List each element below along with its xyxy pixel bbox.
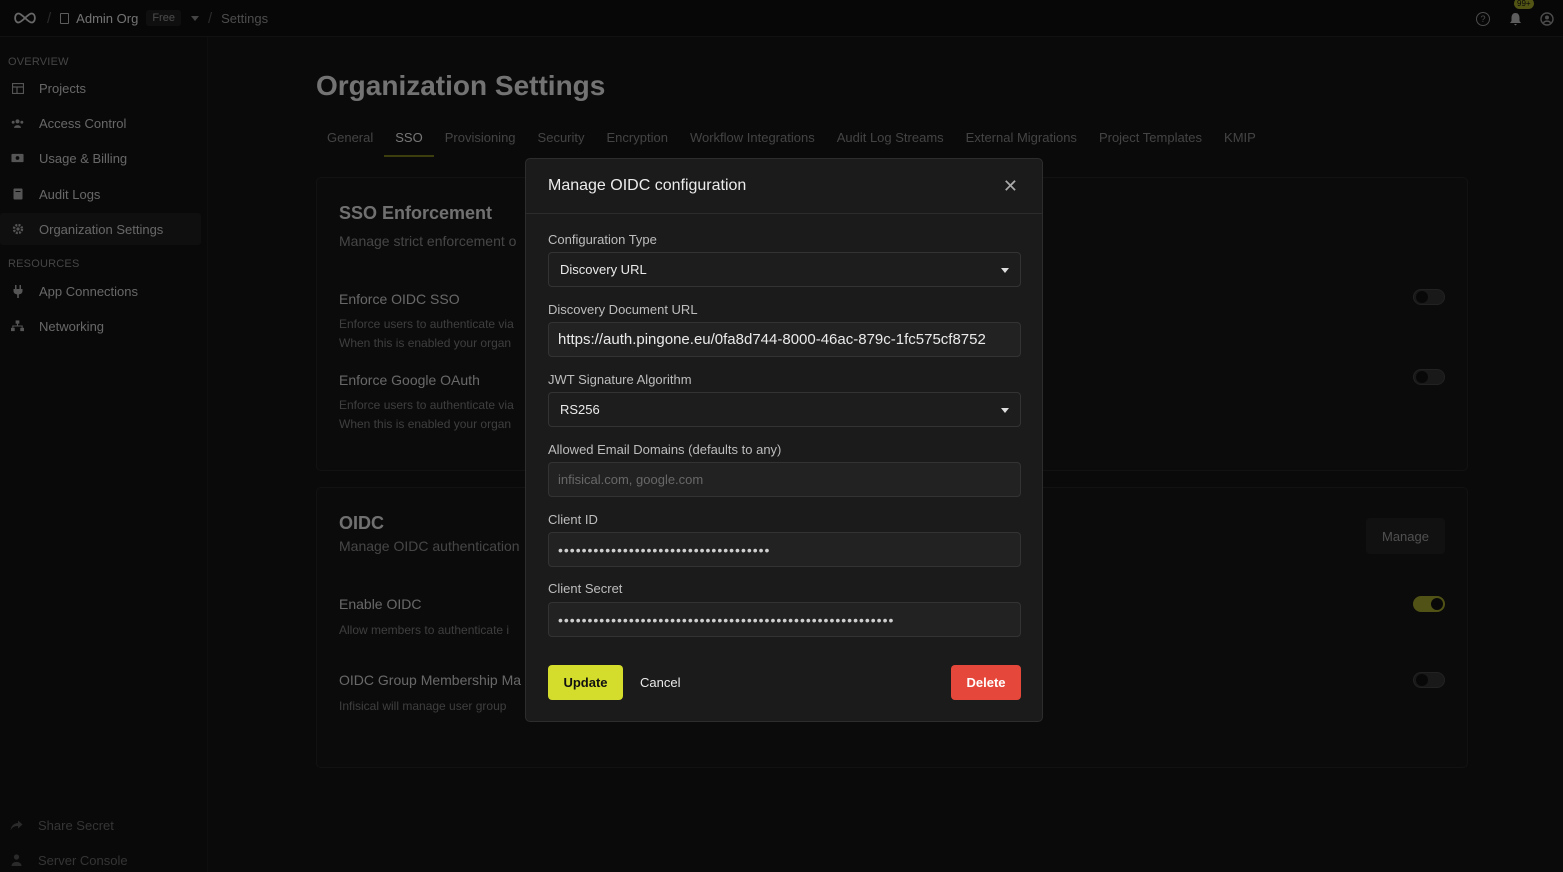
- allowed-domains-input[interactable]: infisical.com, google.com: [548, 462, 1021, 497]
- chevron-down-icon: [1001, 408, 1009, 413]
- discovery-url-label: Discovery Document URL: [548, 302, 698, 317]
- client-id-value: ••••••••••••••••••••••••••••••••••••: [558, 541, 771, 558]
- allowed-domains-label: Allowed Email Domains (defaults to any): [548, 442, 782, 457]
- chevron-down-icon: [1001, 268, 1009, 273]
- cancel-button[interactable]: Cancel: [640, 665, 680, 700]
- modal-header: Manage OIDC configuration ✕: [526, 159, 1042, 214]
- close-icon[interactable]: ✕: [1003, 177, 1018, 195]
- discovery-url-value: https://auth.pingone.eu/0fa8d744-8000-46…: [558, 331, 986, 348]
- client-secret-input[interactable]: ••••••••••••••••••••••••••••••••••••••••…: [548, 602, 1021, 637]
- config-type-value: Discovery URL: [560, 262, 647, 277]
- config-type-label: Configuration Type: [548, 232, 657, 247]
- update-button[interactable]: Update: [548, 665, 623, 700]
- allowed-domains-placeholder: infisical.com, google.com: [558, 472, 704, 487]
- modal-title: Manage OIDC configuration: [548, 177, 747, 194]
- delete-button[interactable]: Delete: [951, 665, 1021, 700]
- manage-oidc-modal: Manage OIDC configuration ✕ Configuratio…: [525, 158, 1043, 722]
- jwt-algorithm-select[interactable]: RS256: [548, 392, 1021, 427]
- jwt-algorithm-value: RS256: [560, 402, 600, 417]
- client-secret-value: ••••••••••••••••••••••••••••••••••••••••…: [558, 611, 895, 628]
- client-secret-label: Client Secret: [548, 581, 623, 596]
- discovery-url-input[interactable]: https://auth.pingone.eu/0fa8d744-8000-46…: [548, 322, 1021, 357]
- jwt-algorithm-label: JWT Signature Algorithm: [548, 372, 692, 387]
- client-id-input[interactable]: ••••••••••••••••••••••••••••••••••••: [548, 532, 1021, 567]
- config-type-select[interactable]: Discovery URL: [548, 252, 1021, 287]
- client-id-label: Client ID: [548, 512, 598, 527]
